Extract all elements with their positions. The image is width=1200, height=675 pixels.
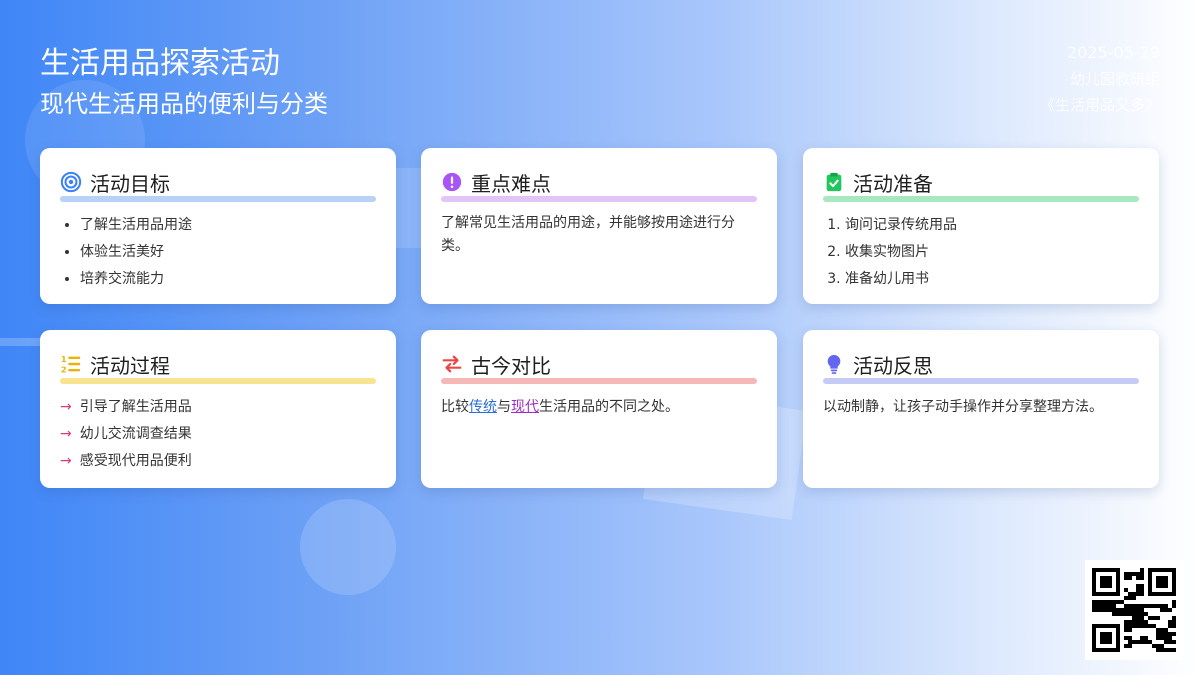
list-item: 准备幼儿用书 <box>845 266 1139 293</box>
card-title: 活动过程 <box>90 353 170 378</box>
svg-text:1: 1 <box>61 354 67 364</box>
title-underline <box>823 378 1139 384</box>
meta-info: 2025-05-29 幼儿园教研组 《生活用品又多》 <box>1040 40 1160 118</box>
target-icon <box>60 171 82 193</box>
card-title: 活动反思 <box>853 353 933 378</box>
org-text: 幼儿园教研组 <box>1069 70 1160 88</box>
card-text: 了解常见生活用品的用途，并能够按用途进行分类。 <box>441 215 735 254</box>
title-underline <box>823 196 1139 202</box>
title-underline <box>441 196 757 202</box>
date-text: 2025-05-29 <box>1067 43 1160 62</box>
card-text: 生活用品的不同之处。 <box>539 399 679 415</box>
qr-code[interactable] <box>1085 560 1183 660</box>
arrow-right-icon: → <box>60 399 72 415</box>
card-ancient-modern-compare: 古今对比 比较传统与现代生活用品的不同之处。 <box>421 330 777 488</box>
swap-arrows-icon <box>442 355 462 373</box>
card-title: 活动目标 <box>90 171 170 196</box>
card-key-difficulties: 重点难点 了解常见生活用品的用途，并能够按用途进行分类。 <box>421 148 777 304</box>
card-text: 与 <box>497 399 511 415</box>
card-text: 比较 <box>441 399 469 415</box>
title-underline <box>441 378 757 384</box>
list-item: → 感受现代用品便利 <box>60 448 376 475</box>
qr-code-icon <box>1092 568 1176 652</box>
traditional-link[interactable]: 传统 <box>469 399 497 415</box>
card-activity-process: 12 活动过程 → 引导了解生活用品 → 幼儿交流调查结果 → 感受现代用品便利 <box>40 330 396 488</box>
card-activity-goals: 活动目标 了解生活用品用途 体验生活美好 培养交流能力 <box>40 148 396 304</box>
list-item: 体验生活美好 <box>80 239 376 266</box>
title-underline <box>60 378 376 384</box>
list-item: 培养交流能力 <box>80 266 376 293</box>
card-title: 活动准备 <box>853 171 933 196</box>
list-item: 询问记录传统用品 <box>845 212 1139 239</box>
list-item: → 幼儿交流调查结果 <box>60 421 376 448</box>
svg-text:2: 2 <box>61 364 67 374</box>
card-title: 古今对比 <box>471 353 551 378</box>
list-item: 了解生活用品用途 <box>80 212 376 239</box>
page-subtitle: 现代生活用品的便利与分类 <box>40 90 328 118</box>
card-activity-reflection: 活动反思 以动制静，让孩子动手操作并分享整理方法。 <box>803 330 1159 488</box>
arrow-right-icon: → <box>60 426 72 442</box>
modern-link[interactable]: 现代 <box>511 399 539 415</box>
numbered-list-icon: 12 <box>61 354 81 374</box>
title-underline <box>60 196 376 202</box>
decor-circle <box>300 499 396 595</box>
card-text: 以动制静，让孩子动手操作并分享整理方法。 <box>823 399 1103 415</box>
lightbulb-icon <box>827 354 841 374</box>
clipboard-check-icon <box>826 172 842 192</box>
exclamation-icon <box>442 172 462 192</box>
list-item: → 引导了解生活用品 <box>60 394 376 421</box>
page-title: 生活用品探索活动 <box>40 46 280 81</box>
arrow-right-icon: → <box>60 453 72 469</box>
course-text: 《生活用品又多》 <box>1039 96 1160 114</box>
list-item: 收集实物图片 <box>845 239 1139 266</box>
card-title: 重点难点 <box>471 171 551 196</box>
card-activity-prep: 活动准备 询问记录传统用品 收集实物图片 准备幼儿用书 <box>803 148 1159 304</box>
